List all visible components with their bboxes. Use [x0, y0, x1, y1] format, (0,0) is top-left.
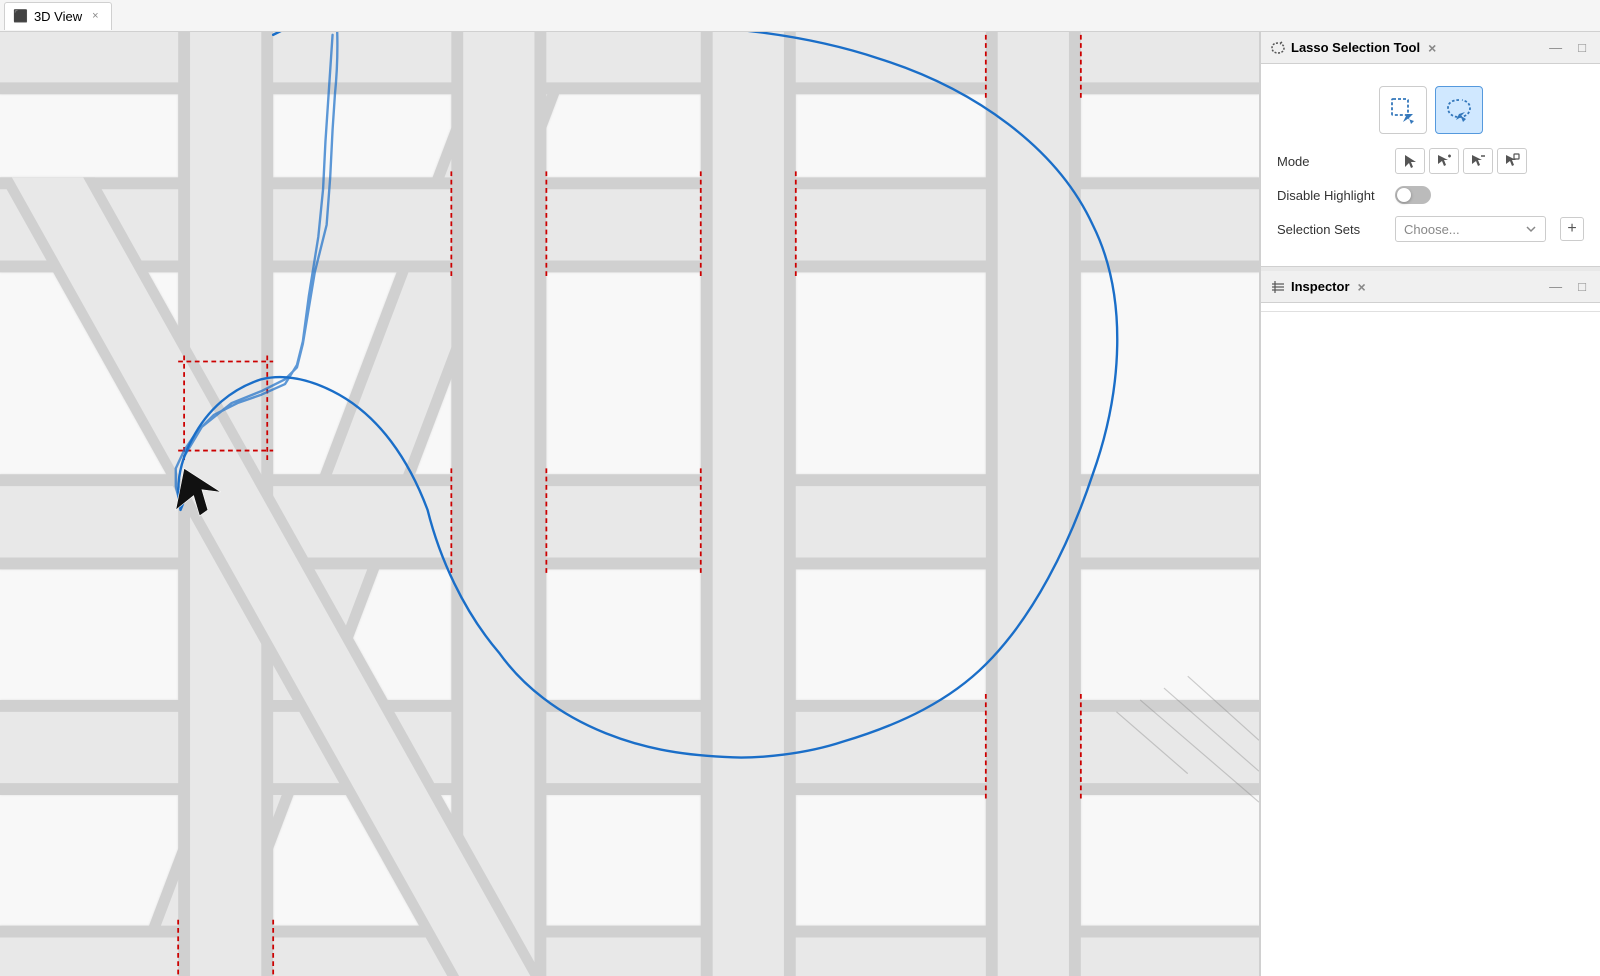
- mode-replace-btn[interactable]: [1497, 148, 1527, 174]
- disable-highlight-label: Disable Highlight: [1277, 188, 1387, 203]
- rect-select-btn[interactable]: [1379, 86, 1427, 134]
- lasso-tool-panel: Lasso Selection Tool × — □: [1261, 32, 1600, 267]
- lasso-tool-title-group: Lasso Selection Tool ×: [1271, 40, 1436, 56]
- mode-row: Mode: [1277, 148, 1584, 174]
- toggle-track: [1395, 186, 1431, 204]
- dropdown-chevron-icon: [1525, 223, 1537, 235]
- tab-close-btn[interactable]: ×: [92, 10, 98, 22]
- disable-highlight-toggle[interactable]: [1395, 186, 1431, 204]
- lasso-select-btn[interactable]: [1435, 86, 1483, 134]
- inspector-title-group: Inspector ×: [1271, 279, 1366, 295]
- 3d-view-icon: ⬛: [13, 9, 28, 23]
- selection-sets-value: Choose...: [1404, 222, 1460, 237]
- inspector-maximize-btn[interactable]: □: [1574, 277, 1590, 296]
- canvas-area[interactable]: — □: [0, 32, 1260, 976]
- selection-sets-label: Selection Sets: [1277, 222, 1387, 237]
- lasso-tool-body: Mode: [1261, 64, 1600, 266]
- inspector-header: Inspector × — □: [1261, 271, 1600, 303]
- road-network-svg: [0, 32, 1259, 976]
- mode-add-btn[interactable]: [1429, 148, 1459, 174]
- mode-label: Mode: [1277, 154, 1387, 169]
- add-selection-set-btn[interactable]: +: [1560, 217, 1584, 241]
- inspector-title: Inspector: [1291, 279, 1350, 294]
- right-panel: Lasso Selection Tool × — □: [1260, 32, 1600, 976]
- lasso-tool-title: Lasso Selection Tool: [1291, 40, 1420, 55]
- lasso-header-icon: [1271, 41, 1285, 55]
- inspector-minimize-btn[interactable]: —: [1545, 277, 1566, 296]
- toggle-knob: [1397, 188, 1411, 202]
- inspector-divider: [1261, 311, 1600, 312]
- mode-select-btn[interactable]: [1395, 148, 1425, 174]
- disable-highlight-row: Disable Highlight: [1277, 186, 1584, 204]
- lasso-tool-controls: — □: [1545, 38, 1590, 57]
- main-layout: — □: [0, 32, 1600, 976]
- tab-label: 3D View: [34, 9, 82, 24]
- mode-subtract-btn[interactable]: [1463, 148, 1493, 174]
- mode-buttons: [1395, 148, 1527, 174]
- inspector-body: [1261, 320, 1600, 976]
- selection-sets-row: Selection Sets Choose... +: [1277, 216, 1584, 242]
- tab-3d-view[interactable]: ⬛ 3D View ×: [4, 2, 112, 30]
- inspector-close-btn[interactable]: ×: [1358, 279, 1366, 295]
- inspector-controls: — □: [1545, 277, 1590, 296]
- lasso-tool-header: Lasso Selection Tool × — □: [1261, 32, 1600, 64]
- inspector-icon: [1271, 280, 1285, 294]
- lasso-tool-close-btn[interactable]: ×: [1428, 40, 1436, 56]
- selection-sets-dropdown[interactable]: Choose...: [1395, 216, 1546, 242]
- inspector-panel: Inspector × — □: [1261, 271, 1600, 976]
- lasso-minimize-btn[interactable]: —: [1545, 38, 1566, 57]
- tab-bar: ⬛ 3D View ×: [0, 0, 1600, 32]
- lasso-icons-row: [1277, 76, 1584, 148]
- lasso-maximize-btn[interactable]: □: [1574, 38, 1590, 57]
